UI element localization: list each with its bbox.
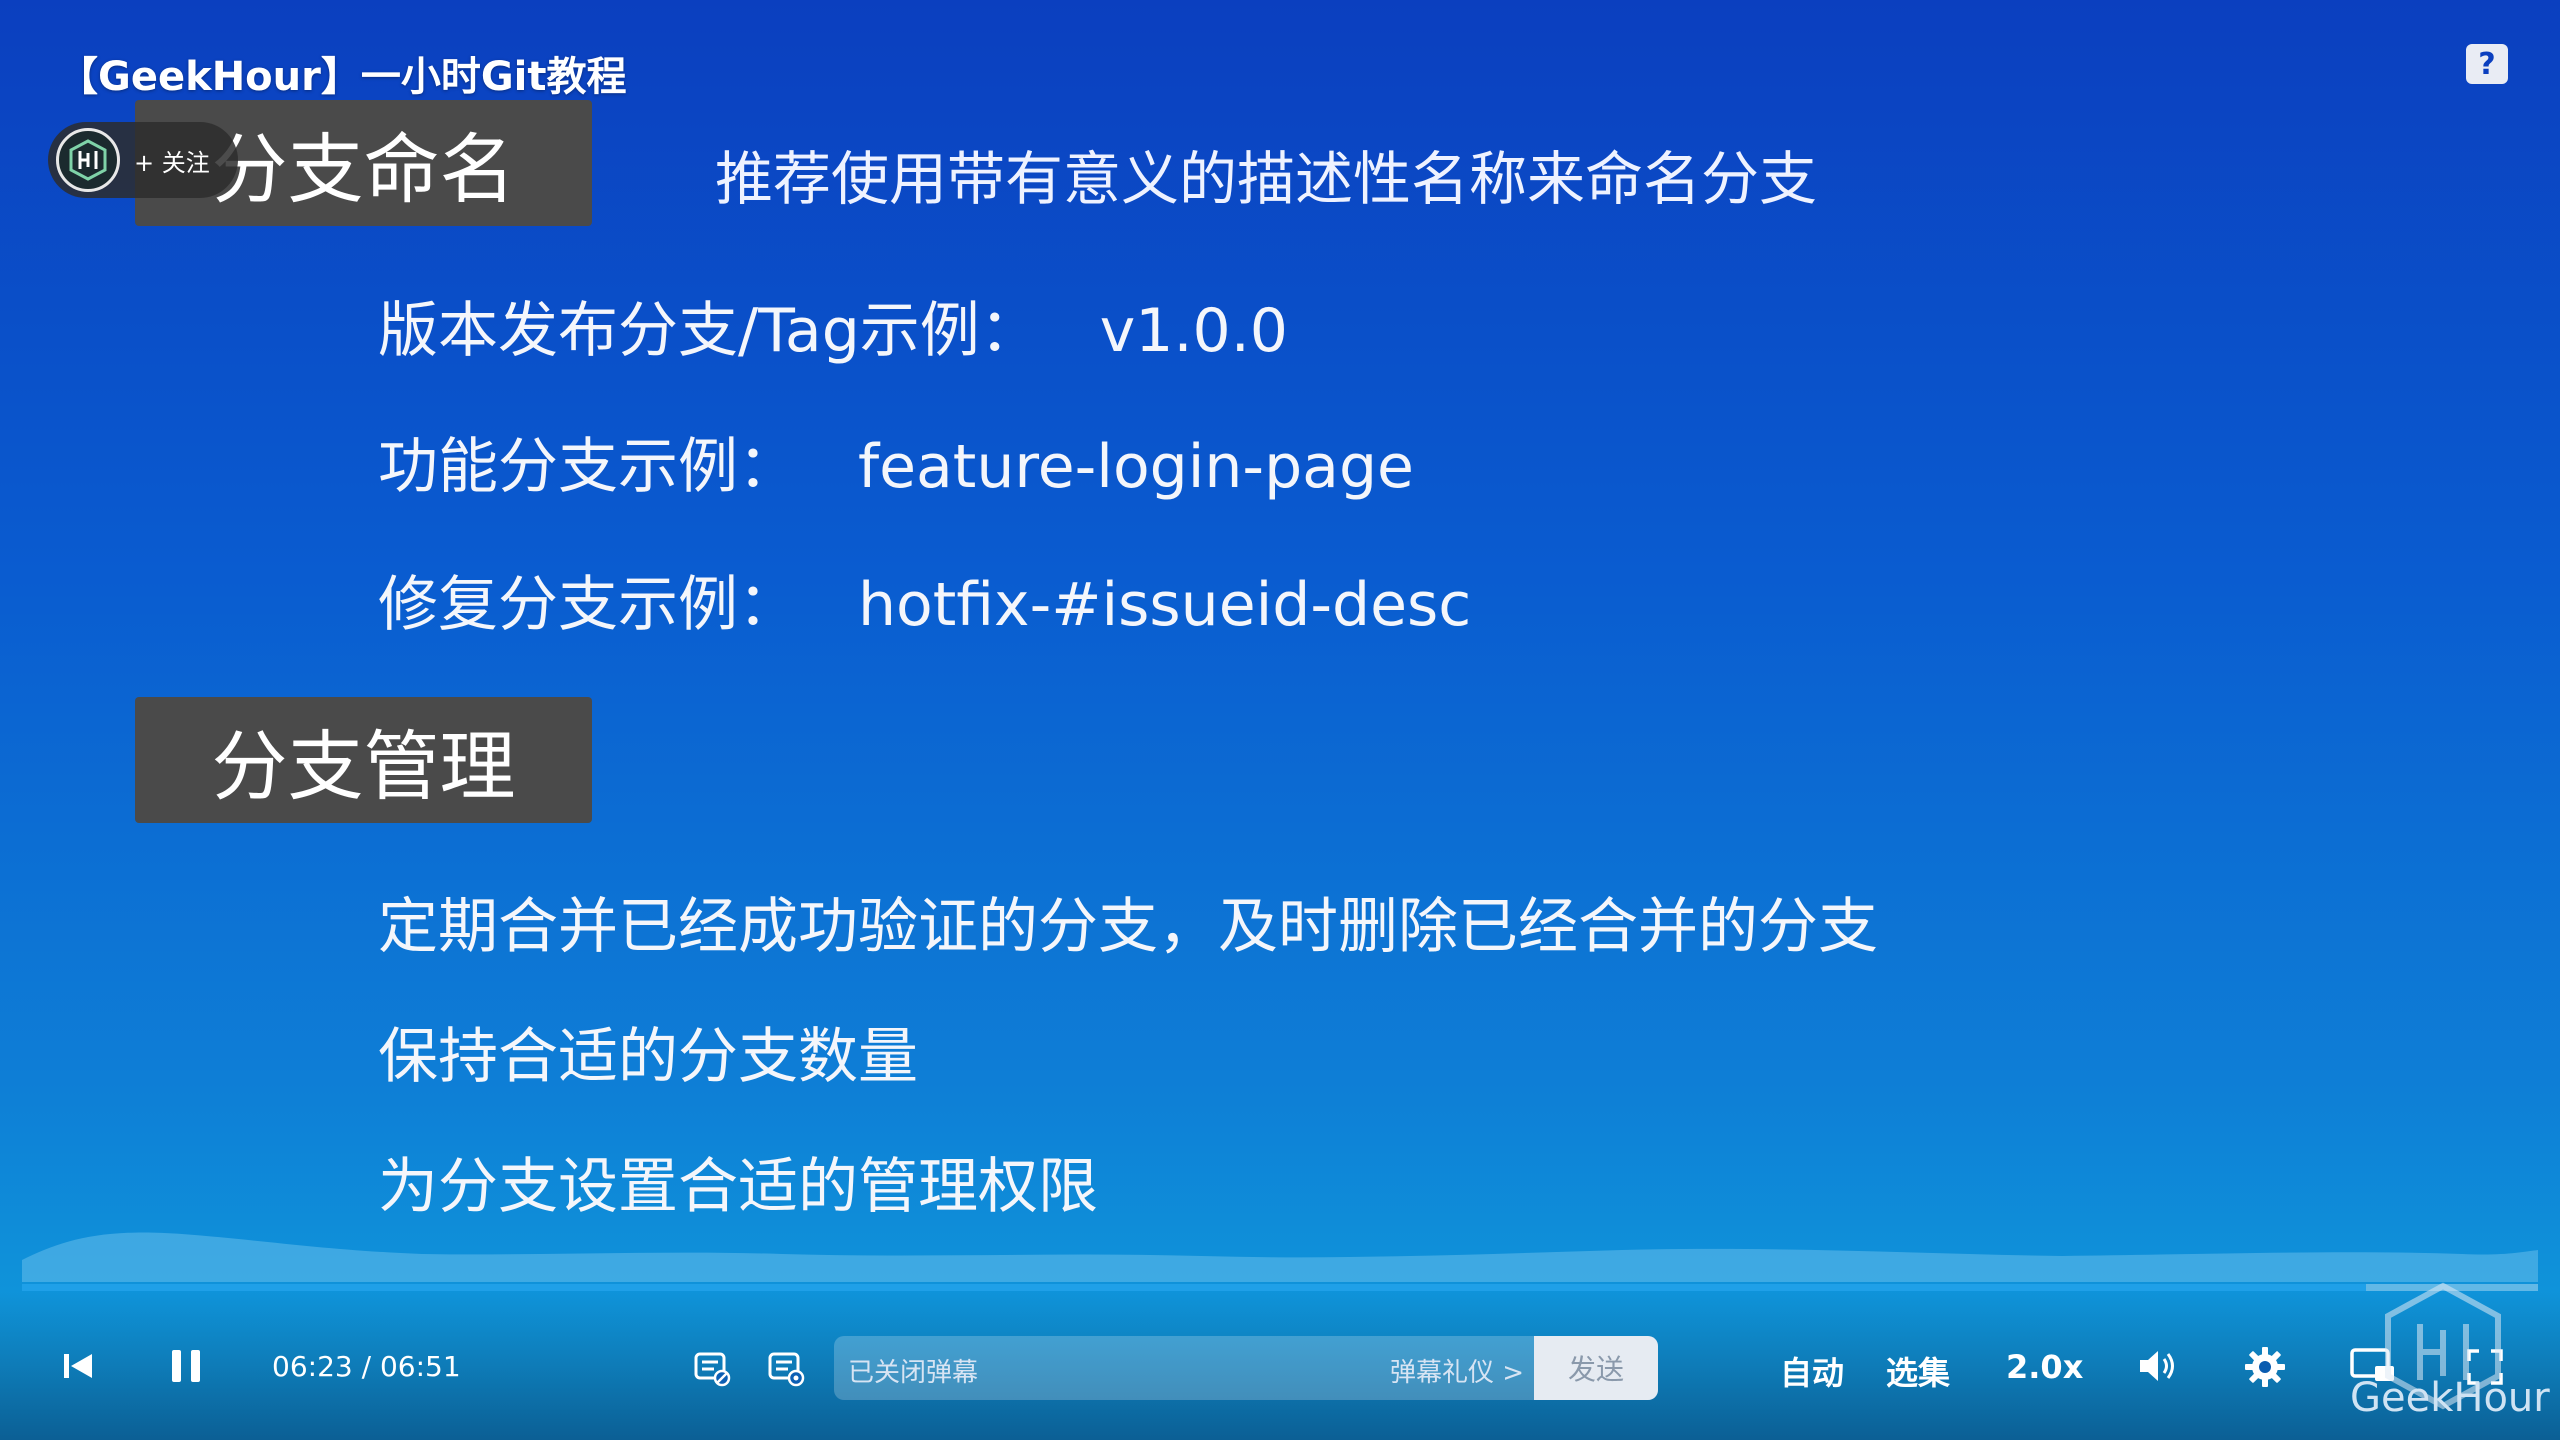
pause-icon[interactable] (164, 1344, 208, 1388)
video-title: 【GeekHour】一小时Git教程 (58, 54, 627, 100)
help-icon[interactable]: ? (2466, 44, 2508, 84)
example-value: v1.0.0 (1099, 296, 1288, 366)
section-subtitle: 推荐使用带有意义的描述性名称来命名分支 (715, 145, 1818, 213)
example-label: 版本发布分支/Tag示例： (378, 296, 1040, 366)
example-value: hotfix-#issueid-desc (858, 570, 1472, 640)
uploader-avatar[interactable] (56, 128, 120, 192)
auto-quality-button[interactable]: 自动 (1780, 1348, 1844, 1394)
example-value: feature-login-page (858, 432, 1414, 502)
example-label: 功能分支示例： (378, 432, 798, 502)
episodes-button[interactable]: 选集 (1886, 1348, 1950, 1394)
skip-back-icon[interactable] (58, 1346, 98, 1386)
duration: 06:51 (379, 1350, 461, 1383)
naming-example-release: 版本发布分支/Tag示例： v1.0.0 (378, 282, 1288, 369)
progress-bar[interactable] (22, 1284, 2538, 1291)
gear-icon[interactable] (2242, 1344, 2288, 1390)
current-time: 06:23 (272, 1350, 353, 1383)
danmaku-placeholder: 已关闭弹幕 (848, 1358, 979, 1388)
danmaku-toggle-icon[interactable] (690, 1346, 734, 1390)
playback-speed-button[interactable]: 2.0x (2006, 1348, 2083, 1386)
management-item: 保持合适的分支数量 (378, 1022, 918, 1092)
section-heading-management: 分支管理 (135, 697, 592, 823)
management-item: 为分支设置合适的管理权限 (378, 1152, 1098, 1222)
naming-example-hotfix: 修复分支示例： hotfix-#issueid-desc (378, 556, 1471, 643)
follow-button[interactable]: + 关注 (48, 122, 238, 198)
example-label: 修复分支示例： (378, 570, 798, 640)
geekhour-logo-icon (69, 139, 107, 181)
follow-label[interactable]: + 关注 (134, 143, 210, 178)
send-button[interactable]: 发送 (1534, 1336, 1658, 1400)
watermark-text: GeekHour (2350, 1375, 2550, 1421)
progress-bar-fill (22, 1284, 2366, 1291)
danmaku-settings-icon[interactable] (764, 1346, 808, 1390)
management-item: 定期合并已经成功验证的分支，及时删除已经合并的分支 (378, 892, 1878, 962)
naming-example-feature: 功能分支示例： feature-login-page (378, 418, 1414, 505)
danmaku-etiquette-link[interactable]: 弹幕礼仪 > (1390, 1352, 1524, 1389)
danmaku-input[interactable]: 已关闭弹幕 弹幕礼仪 > 发送 (834, 1336, 1658, 1400)
volume-icon[interactable] (2134, 1344, 2182, 1388)
section-heading-management-text: 分支管理 (211, 722, 516, 811)
progress-waveform (22, 1232, 2538, 1282)
time-separator: / (361, 1350, 372, 1383)
time-display: 06:23 / 06:51 (272, 1350, 461, 1383)
section-heading-naming-text: 分支命名 (211, 125, 516, 214)
